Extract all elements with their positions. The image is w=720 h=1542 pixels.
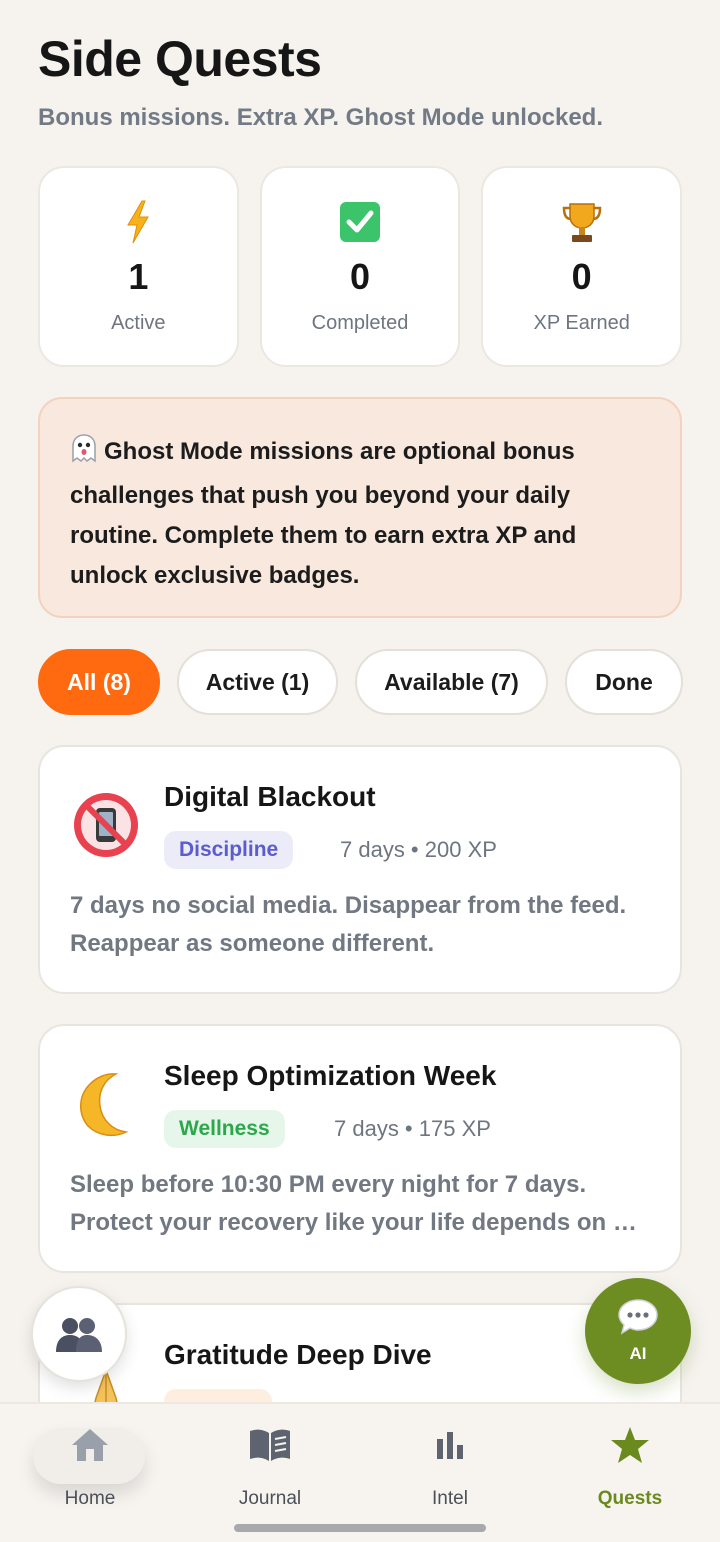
stat-label: Active — [111, 312, 166, 334]
nav-quests[interactable]: Quests — [560, 1420, 700, 1510]
stat-card-completed: 0 Completed — [259, 166, 461, 367]
stat-label: XP Earned — [533, 312, 630, 334]
quest-category-tag: Wellness — [164, 1110, 285, 1148]
nav-home[interactable]: Home — [20, 1420, 160, 1510]
stat-label: Completed — [311, 312, 409, 334]
speech-bubble-icon — [618, 1299, 658, 1335]
filter-chip-done[interactable]: Done — [565, 649, 683, 715]
people-icon — [56, 1318, 102, 1352]
quest-category-tag: Discipline — [164, 831, 294, 869]
nav-label: Intel — [432, 1488, 468, 1509]
quest-description: 7 days no social media. Disappear from t… — [70, 892, 627, 957]
community-button[interactable] — [31, 1286, 127, 1382]
page-title: Side Quests — [38, 31, 322, 87]
notice-text: Ghost Mode missions are optional bonus c… — [70, 438, 577, 589]
filter-chips: All (8) Active (1) Available (7) Done — [38, 649, 683, 715]
stat-value: 1 — [128, 256, 149, 297]
book-icon — [247, 1420, 293, 1470]
stat-card-xp: 0 XP Earned — [481, 166, 683, 367]
quest-description: Sleep before 10:30 PM every night for 7 … — [70, 1171, 637, 1236]
stat-card-active: 1 Active — [38, 166, 239, 367]
quest-title: Gratitude Deep Dive — [164, 1339, 432, 1370]
star-icon — [610, 1420, 650, 1470]
stat-value: 0 — [349, 256, 371, 297]
page-subtitle: Bonus missions. Extra XP. Ghost Mode unl… — [38, 104, 604, 131]
bar-chart-icon — [434, 1420, 466, 1470]
stat-value: 0 — [571, 256, 592, 297]
nav-intel[interactable]: Intel — [380, 1420, 520, 1510]
filter-chip-available[interactable]: Available (7) — [355, 649, 548, 715]
quest-card-gratitude-deep-dive[interactable]: Gratitude Deep Dive — [38, 1303, 682, 1402]
no-phone-icon — [70, 789, 142, 861]
quest-meta: 7 days • 175 XP — [334, 1116, 491, 1141]
ai-assistant-button[interactable]: AI — [585, 1278, 691, 1384]
nav-label: Home — [64, 1488, 116, 1509]
stats-row: 1 Active 0 Completed 0 XP Earned — [38, 166, 683, 367]
gesture-bar — [234, 1524, 486, 1532]
ghost-mode-notice: Ghost Mode missions are optional bonus c… — [38, 397, 682, 618]
quest-title: Sleep Optimization Week — [164, 1060, 497, 1091]
ghost-icon — [70, 433, 98, 476]
quest-category-tag — [164, 1389, 272, 1402]
quest-title: Digital Blackout — [164, 781, 376, 812]
nav-label: Journal — [238, 1488, 302, 1509]
home-icon — [70, 1420, 110, 1470]
nav-journal[interactable]: Journal — [200, 1420, 340, 1510]
filter-chip-active[interactable]: Active (1) — [177, 649, 338, 715]
trophy-icon — [562, 198, 602, 246]
nav-label: Quests — [597, 1488, 663, 1509]
quest-card-sleep-optimization[interactable]: Sleep Optimization Week Wellness 7 days … — [38, 1024, 682, 1273]
ai-button-label: AI — [629, 1344, 647, 1363]
lightning-icon — [125, 198, 151, 246]
quest-card-digital-blackout[interactable]: Digital Blackout Discipline 7 days • 200… — [38, 745, 682, 994]
checkmark-icon — [339, 198, 381, 246]
quest-meta: 7 days • 200 XP — [340, 837, 497, 862]
crescent-moon-icon — [70, 1068, 142, 1140]
filter-chip-all[interactable]: All (8) — [38, 649, 160, 715]
